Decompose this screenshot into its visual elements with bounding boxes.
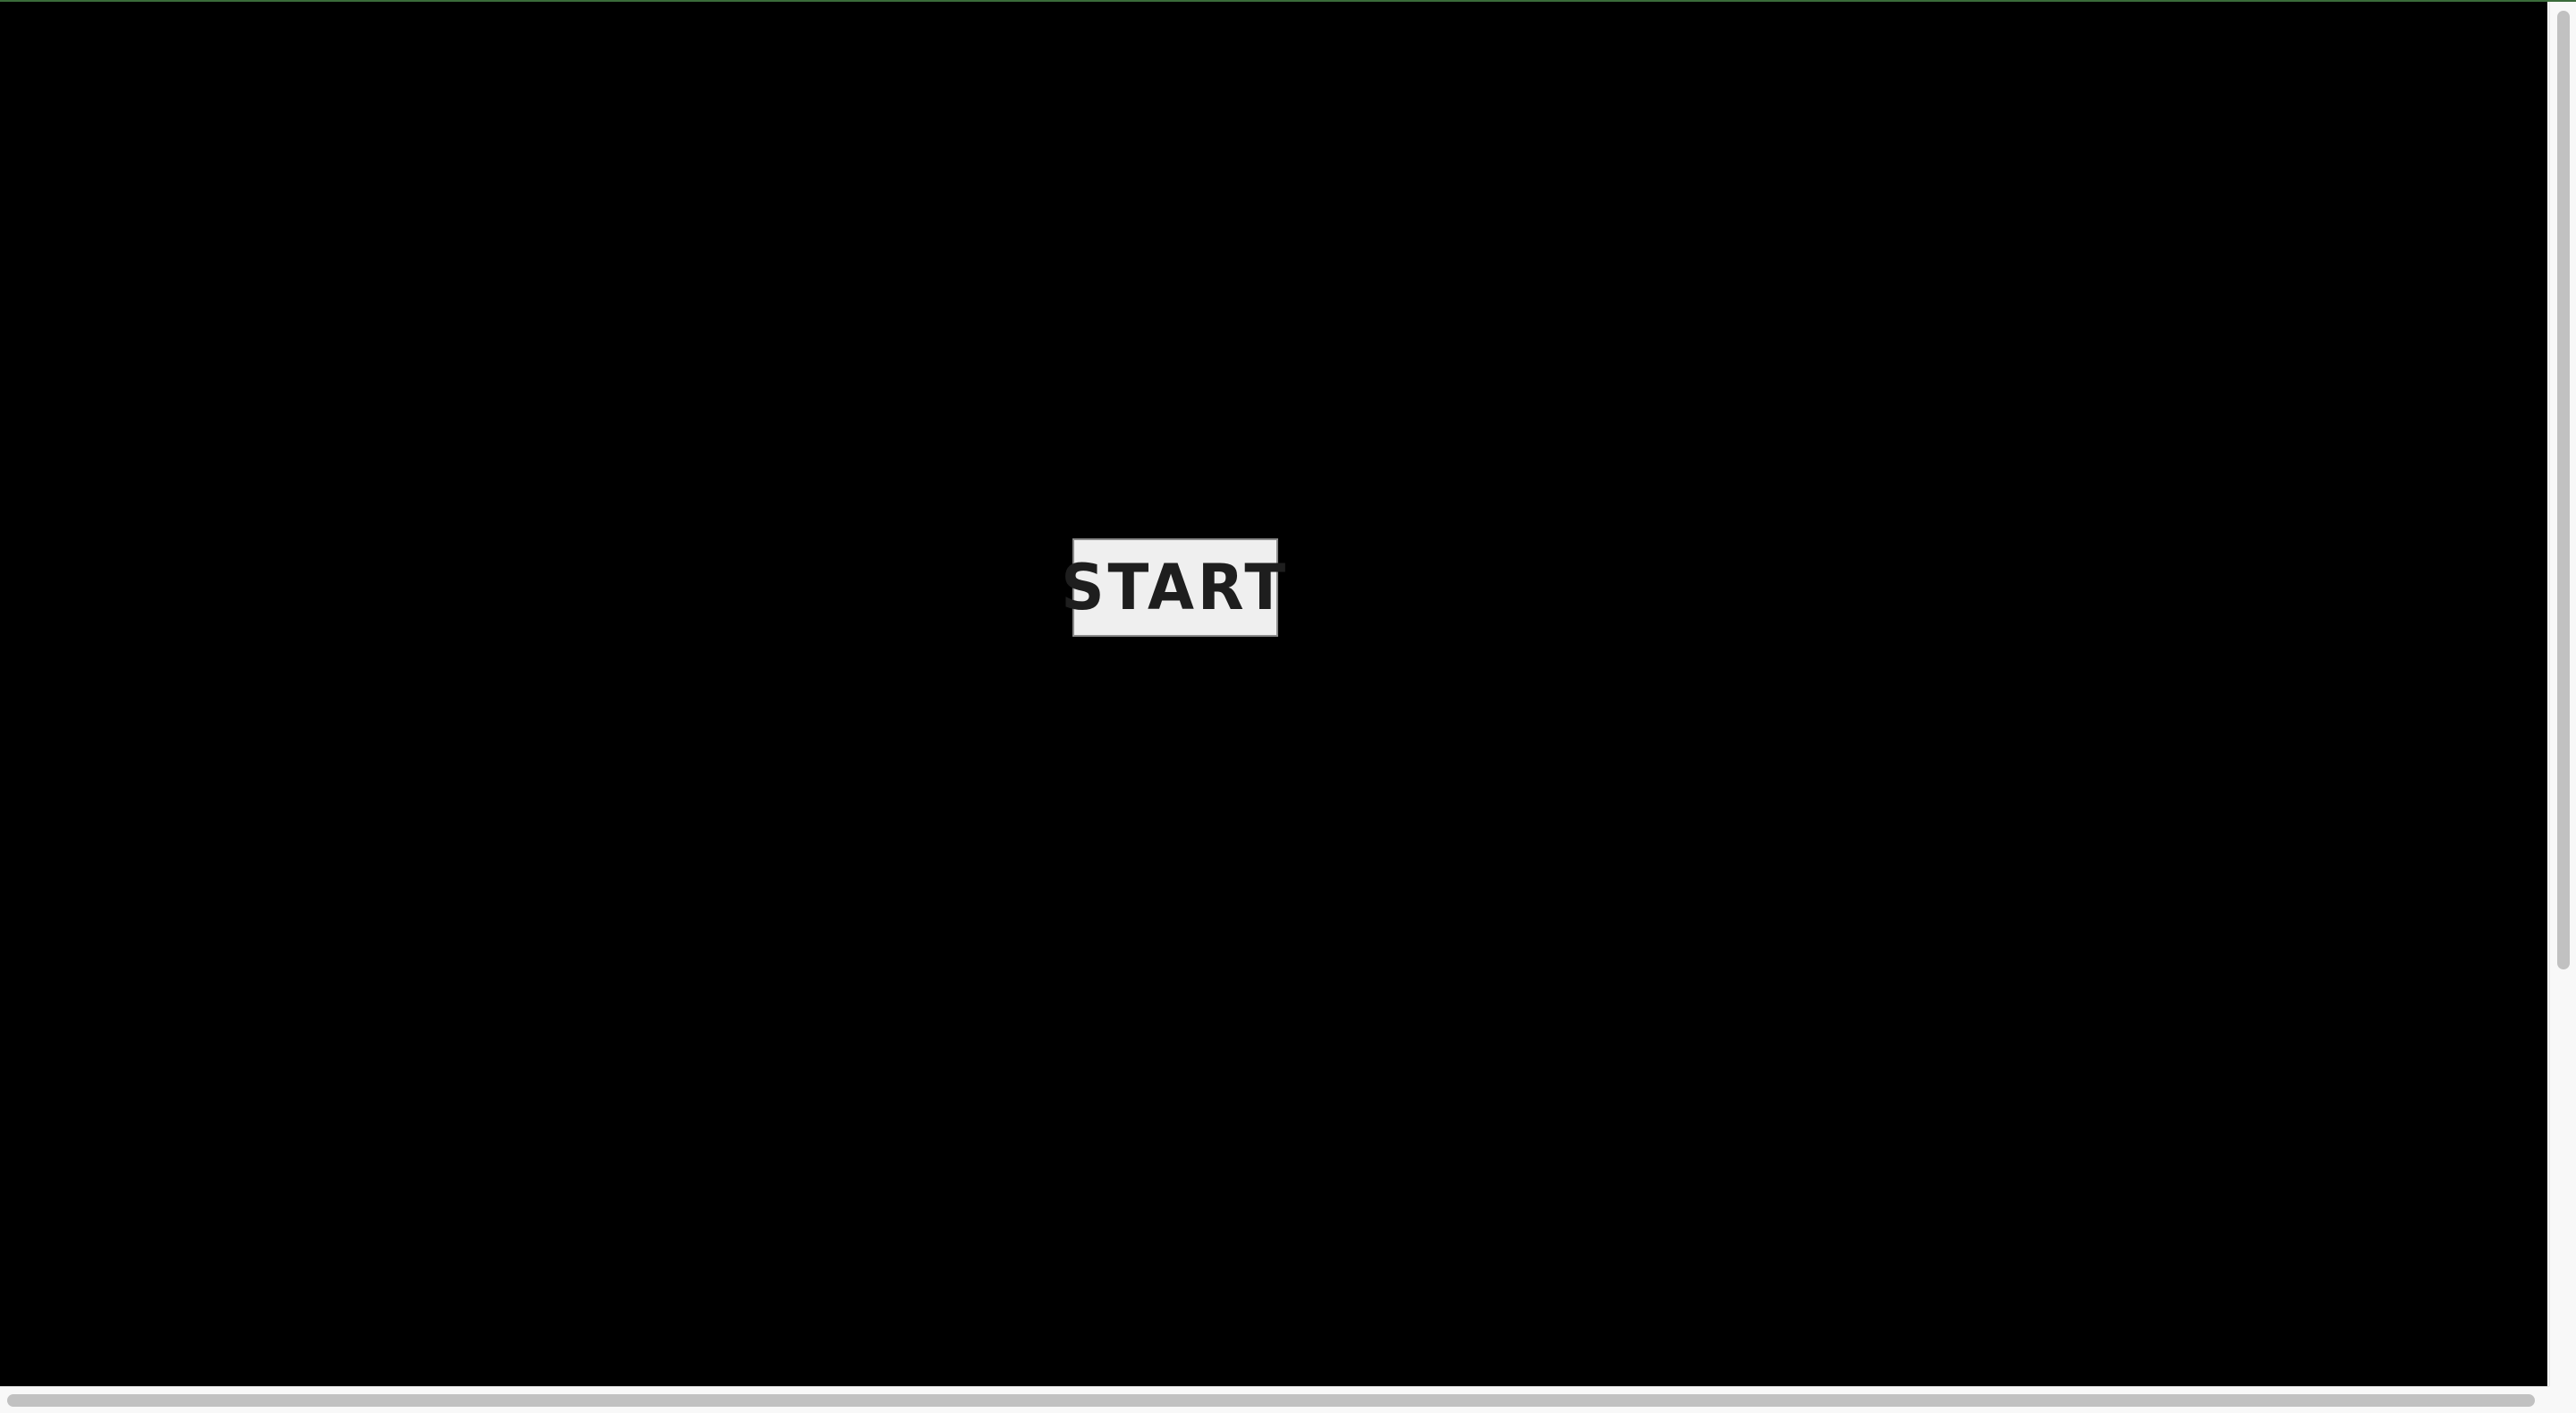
scrollbar-corner [2549, 1386, 2576, 1413]
start-button[interactable]: START [1062, 538, 1286, 637]
horizontal-scrollbar[interactable] [0, 1386, 2549, 1413]
horizontal-scrollbar-thumb[interactable] [7, 1394, 2535, 1407]
vertical-scrollbar-thumb[interactable] [2557, 11, 2570, 969]
page-viewport: START [0, 0, 2576, 1413]
vertical-scrollbar[interactable] [2549, 2, 2576, 1386]
start-button-label: START [1061, 551, 1290, 624]
game-canvas[interactable]: START [0, 2, 2547, 1386]
